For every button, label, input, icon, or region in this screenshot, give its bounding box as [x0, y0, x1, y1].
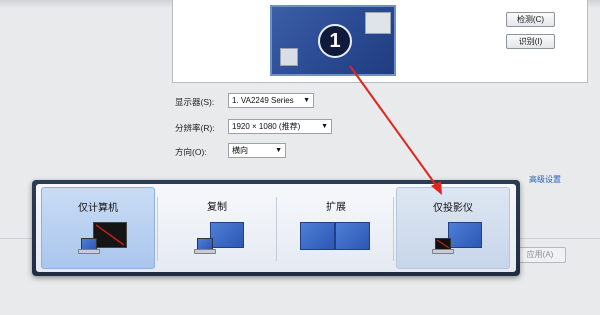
annotation-arrow [349, 65, 442, 195]
